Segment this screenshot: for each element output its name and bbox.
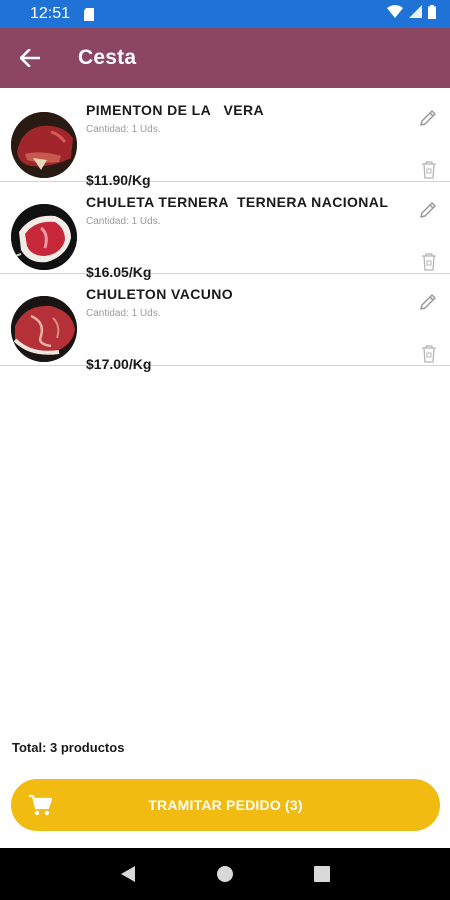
list-item[interactable]: PIMENTON DE LA VERA Cantidad: 1 Uds. $11… (0, 90, 450, 188)
trash-icon (422, 253, 436, 271)
edit-button[interactable] (418, 200, 438, 220)
shopping-cart-icon (28, 794, 53, 816)
list-item[interactable]: CHULETON VACUNO Cantidad: 1 Uds. $17.00/… (0, 274, 450, 372)
delete-button[interactable] (420, 344, 438, 364)
delete-button[interactable] (420, 160, 438, 180)
home-circle-icon (216, 866, 233, 882)
meat-thumbnail (11, 296, 77, 362)
system-nav-bar (0, 848, 450, 900)
page-title: Cesta (78, 46, 137, 69)
delete-button[interactable] (420, 252, 438, 272)
total-label: Total: 3 productos (12, 740, 125, 755)
status-time: 12:51 (30, 5, 71, 22)
battery-icon (428, 4, 436, 24)
pencil-icon (420, 110, 436, 126)
item-name: CHULETON VACUNO (86, 286, 234, 302)
edit-button[interactable] (418, 292, 438, 312)
app-bar: Cesta (0, 28, 450, 88)
back-triangle-icon (121, 866, 136, 882)
trash-icon (422, 345, 436, 363)
item-price: $17.00/Kg (86, 356, 152, 372)
pencil-icon (420, 202, 436, 218)
item-quantity: Cantidad: 1 Uds. (86, 124, 161, 135)
nav-home-button[interactable] (213, 862, 237, 886)
cart-list: PIMENTON DE LA VERA Cantidad: 1 Uds. $11… (0, 90, 450, 372)
sd-card-icon (84, 7, 95, 21)
item-quantity: Cantidad: 1 Uds. (86, 216, 161, 227)
edit-button[interactable] (418, 108, 438, 128)
nav-recents-button[interactable] (310, 862, 334, 886)
arrow-left-icon (20, 49, 40, 67)
meat-thumbnail (11, 204, 77, 270)
checkout-button[interactable]: TRAMITAR PEDIDO (3) (11, 779, 440, 831)
list-item[interactable]: CHULETA TERNERA TERNERA NACIONAL Cantida… (0, 182, 450, 280)
item-name: CHULETA TERNERA TERNERA NACIONAL (86, 194, 389, 210)
recents-square-icon (313, 866, 330, 882)
pencil-icon (420, 294, 436, 310)
cell-signal-icon (409, 5, 422, 23)
item-name: PIMENTON DE LA VERA (86, 102, 264, 118)
checkout-button-label: TRAMITAR PEDIDO (3) (148, 797, 303, 813)
meat-thumbnail (11, 112, 77, 178)
trash-icon (422, 161, 436, 179)
status-bar: 12:51 (0, 0, 450, 28)
wifi-icon (387, 5, 403, 23)
nav-back-button[interactable] (116, 862, 140, 886)
back-button[interactable] (0, 28, 60, 88)
item-quantity: Cantidad: 1 Uds. (86, 308, 161, 319)
